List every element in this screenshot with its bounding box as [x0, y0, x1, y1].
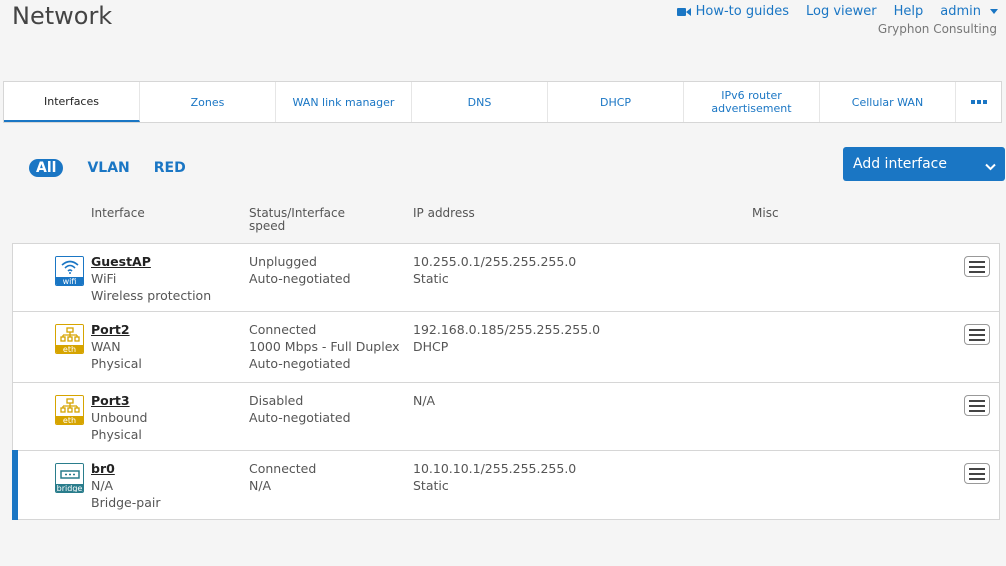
row-menu-button[interactable]	[964, 256, 990, 277]
interface-ip-mode: Static	[413, 478, 449, 493]
user-menu[interactable]: admin	[940, 4, 998, 19]
tab-cellular-wan[interactable]: Cellular WAN	[820, 82, 956, 122]
interface-subtype: Wireless protection	[91, 288, 212, 303]
more-tabs-button[interactable]	[956, 82, 1001, 122]
chevron-down-icon	[985, 159, 996, 175]
interface-name-link[interactable]: Port3	[91, 392, 147, 409]
interface-negotiation: Auto-negotiated	[249, 356, 351, 371]
more-icon	[970, 100, 987, 104]
column-header-status: Status/Interface speed	[249, 206, 346, 233]
add-interface-label: Add interface	[853, 156, 947, 172]
column-header-misc: Misc	[752, 206, 779, 220]
interface-name-link[interactable]: Port2	[91, 321, 142, 338]
top-navigation: How-to guides Log viewer Help admin	[676, 4, 998, 19]
interface-speed: 1000 Mbps - Full Duplex	[249, 339, 400, 354]
video-camera-icon	[676, 7, 691, 17]
interface-status: Disabled	[249, 393, 304, 408]
interface-ip: 10.10.10.1/255.255.255.0	[413, 461, 577, 476]
table-row: bridge br0 N/A Bridge-pair Connected N/A…	[12, 450, 999, 520]
ethernet-icon: eth	[55, 395, 84, 425]
interface-ip: 192.168.0.185/255.255.255.0	[413, 322, 601, 337]
page-title: Network	[12, 2, 113, 30]
interface-type: N/A	[91, 478, 114, 493]
row-menu-button[interactable]	[964, 395, 990, 416]
interface-ip-mode: DHCP	[413, 339, 449, 354]
interface-name-link[interactable]: br0	[91, 460, 160, 477]
tab-bar: Interfaces Zones WAN link manager DNS DH…	[3, 81, 1002, 123]
interface-ip: N/A	[413, 393, 436, 408]
interfaces-table: wifi GuestAP WiFi Wireless protection Un…	[12, 243, 1000, 520]
interface-ip-mode: Static	[413, 271, 449, 286]
icon-label: eth	[56, 416, 83, 424]
tab-wan-link-manager[interactable]: WAN link manager	[276, 82, 412, 122]
interface-ip: 10.255.0.1/255.255.255.0	[413, 254, 577, 269]
row-menu-button[interactable]	[964, 463, 990, 484]
icon-label: bridge	[56, 484, 83, 493]
interface-negotiation: N/A	[249, 478, 272, 493]
add-interface-button[interactable]: Add interface	[843, 147, 1005, 181]
row-menu-button[interactable]	[964, 324, 990, 345]
icon-label: eth	[56, 345, 83, 353]
howto-guides-link[interactable]: How-to guides	[676, 4, 789, 19]
interface-negotiation: Auto-negotiated	[249, 271, 351, 286]
column-header-interface: Interface	[91, 206, 145, 220]
filter-red[interactable]: RED	[154, 160, 186, 176]
tab-dhcp[interactable]: DHCP	[548, 82, 684, 122]
tab-interfaces[interactable]: Interfaces	[4, 82, 140, 122]
user-name: admin	[940, 4, 981, 19]
table-row: wifi GuestAP WiFi Wireless protection Un…	[13, 244, 999, 312]
filter-all[interactable]: All	[29, 159, 64, 177]
ethernet-icon: eth	[55, 324, 84, 354]
interface-type: Unbound	[91, 410, 148, 425]
caret-down-icon	[990, 9, 998, 14]
organization-name: Gryphon Consulting	[877, 22, 997, 36]
howto-guides-label: How-to guides	[695, 4, 789, 19]
tab-dns[interactable]: DNS	[412, 82, 548, 122]
help-link[interactable]: Help	[894, 4, 924, 19]
tab-zones[interactable]: Zones	[140, 82, 276, 122]
interface-type: WAN	[91, 339, 121, 354]
interface-negotiation: Auto-negotiated	[249, 410, 351, 425]
icon-label: wifi	[56, 277, 83, 285]
table-row: eth Port3 Unbound Physical Disabled Auto…	[13, 383, 999, 451]
interface-status: Connected	[249, 461, 317, 476]
interface-name-link[interactable]: GuestAP	[91, 253, 211, 270]
interface-type: WiFi	[91, 271, 117, 286]
filter-bar: All VLAN RED	[29, 159, 186, 177]
filter-vlan[interactable]: VLAN	[87, 160, 129, 176]
table-row: eth Port2 WAN Physical Connected 1000 Mb…	[13, 312, 999, 383]
tab-ipv6-router-advertisement[interactable]: IPv6 router advertisement	[684, 82, 820, 122]
interface-subtype: Bridge-pair	[91, 495, 161, 510]
bridge-icon: bridge	[55, 463, 84, 493]
interface-status: Unplugged	[249, 254, 317, 269]
interface-status: Connected	[249, 322, 317, 337]
interface-subtype: Physical	[91, 427, 142, 442]
log-viewer-link[interactable]: Log viewer	[806, 4, 877, 19]
wifi-icon: wifi	[55, 256, 84, 286]
column-header-ip: IP address	[413, 206, 475, 220]
interface-subtype: Physical	[91, 356, 142, 371]
